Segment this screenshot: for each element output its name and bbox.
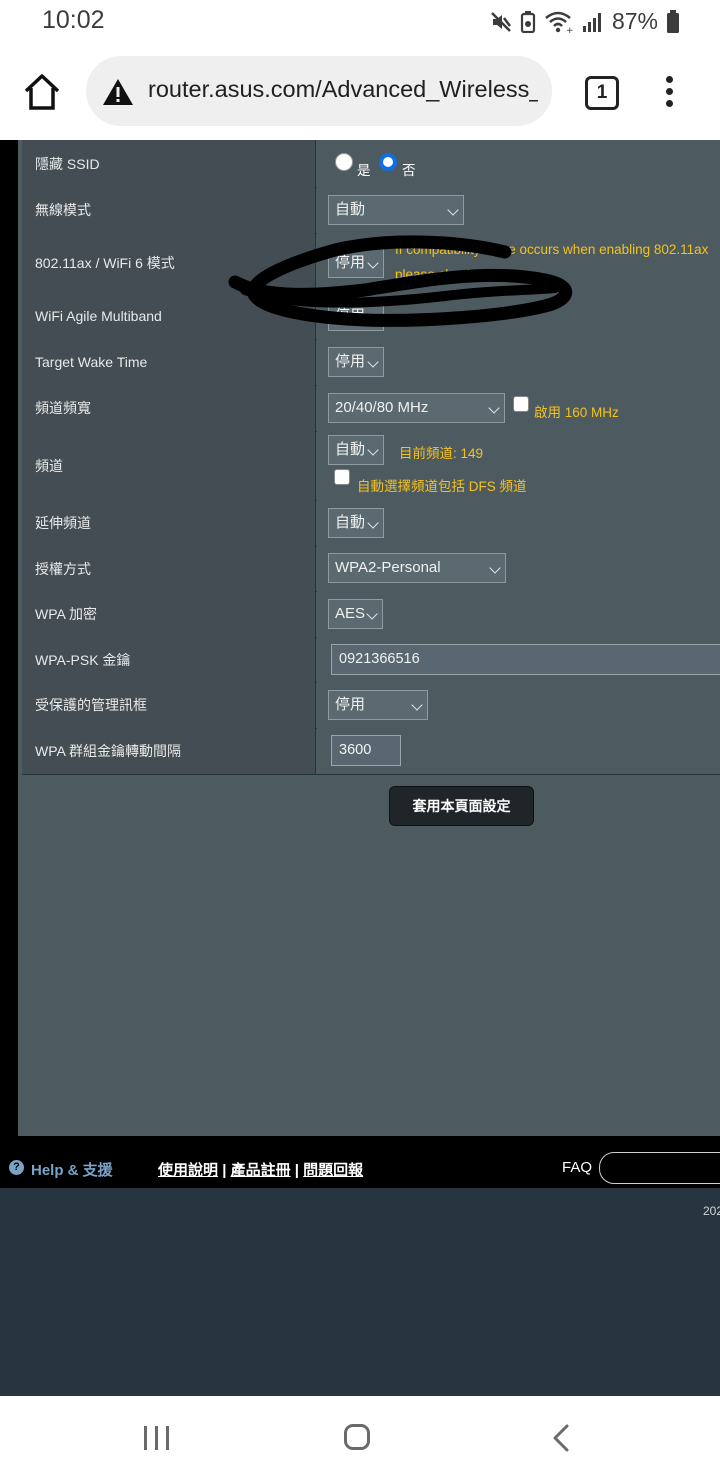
label-wireless-mode: 無線模式 bbox=[22, 187, 316, 233]
svg-text:+: + bbox=[566, 26, 574, 33]
menu-icon[interactable] bbox=[662, 76, 678, 112]
label-channel: 頻道 bbox=[22, 431, 316, 500]
back-icon[interactable] bbox=[550, 1424, 572, 1452]
radio-hide-ssid-yes[interactable] bbox=[335, 153, 353, 171]
router-page: 隱藏 SSID 是 否 無線模式 自動 802.11ax / WiFi 6 模式… bbox=[0, 140, 720, 1396]
label-dfs: 自動選擇頻道包括 DFS 頻道 bbox=[357, 479, 527, 494]
url-text[interactable]: router.asus.com/Advanced_Wireless_Conten… bbox=[148, 76, 538, 103]
signal-icon bbox=[582, 12, 601, 32]
select-target-wake-time[interactable]: 停用 bbox=[328, 347, 384, 377]
select-value: 自動 bbox=[335, 201, 366, 218]
select-value: 自動 bbox=[335, 441, 366, 458]
label-wpa-psk: WPA-PSK 金鑰 bbox=[22, 637, 316, 682]
copyright-text: 2022 ASUSTeK Computer Inc. All rights re… bbox=[703, 1204, 720, 1218]
row-target-wake-time: Target Wake Time 停用 bbox=[22, 339, 720, 386]
warning-icon[interactable] bbox=[102, 78, 134, 106]
select-pmf[interactable]: 停用 bbox=[328, 690, 428, 720]
status-icons: + 87% bbox=[490, 8, 680, 35]
battery-icon bbox=[667, 9, 679, 33]
home-nav-icon[interactable] bbox=[344, 1424, 370, 1450]
input-wpa-psk[interactable]: 0921366516 bbox=[331, 644, 720, 675]
battery-saver-icon bbox=[520, 10, 536, 33]
select-wireless-mode[interactable]: 自動 bbox=[328, 195, 464, 225]
faq-label: FAQ bbox=[562, 1159, 593, 1176]
row-auth-method: 授權方式 WPA2-Personal bbox=[22, 546, 720, 592]
row-pmf: 受保護的管理訊框 停用 bbox=[22, 682, 720, 729]
footer-bar: ? Help & 支援 使用說明 | 產品註冊 | 問題回報 FAQ bbox=[0, 1140, 720, 1190]
system-nav-bar bbox=[0, 1396, 720, 1480]
radio-hide-ssid-no[interactable] bbox=[379, 153, 397, 171]
radio-yes-label: 是 bbox=[357, 163, 371, 178]
select-value: 自動 bbox=[335, 514, 366, 531]
row-wpa-encryption: WPA 加密 AES bbox=[22, 591, 720, 638]
help-icon: ? bbox=[9, 1160, 24, 1175]
select-value: 停用 bbox=[335, 353, 366, 370]
current-channel: 目前頻道: 149 bbox=[399, 446, 484, 461]
status-time: 10:02 bbox=[42, 6, 105, 34]
checkbox-160mhz[interactable] bbox=[513, 396, 529, 412]
select-value: AES bbox=[335, 605, 366, 622]
footer-links: 使用說明 | 產品註冊 | 問題回報 bbox=[158, 1159, 363, 1180]
label-bandwidth: 頻道頻寬 bbox=[22, 385, 316, 431]
feedback-link[interactable]: 問題回報 bbox=[303, 1162, 363, 1179]
label-wpa-encryption: WPA 加密 bbox=[22, 591, 316, 637]
link-separator: | bbox=[294, 1162, 299, 1179]
label-hide-ssid: 隱藏 SSID bbox=[22, 140, 316, 187]
label-pmf: 受保護的管理訊框 bbox=[22, 682, 316, 728]
select-wpa-encryption[interactable]: AES bbox=[328, 599, 383, 629]
link-separator: | bbox=[222, 1162, 227, 1179]
select-auth-method[interactable]: WPA2-Personal bbox=[328, 553, 506, 583]
help-support-label: Help & 支援 bbox=[31, 1162, 113, 1179]
label-extension-channel: 延伸頻道 bbox=[22, 500, 316, 546]
select-value: 20/40/80 MHz bbox=[335, 399, 429, 416]
label-160mhz: 啟用 160 MHz bbox=[534, 405, 619, 420]
label-auth-method: 授權方式 bbox=[22, 546, 316, 591]
radio-no-label: 否 bbox=[402, 163, 416, 178]
row-hide-ssid: 隱藏 SSID 是 否 bbox=[22, 140, 720, 188]
faq-search-input[interactable] bbox=[599, 1152, 720, 1184]
product-registration-link[interactable]: 產品註冊 bbox=[231, 1162, 291, 1179]
select-value: 停用 bbox=[335, 696, 366, 713]
page-bottom-area bbox=[0, 1188, 720, 1396]
input-group-key-interval[interactable]: 3600 bbox=[331, 735, 401, 766]
select-bandwidth[interactable]: 20/40/80 MHz bbox=[328, 393, 505, 423]
browser-toolbar: router.asus.com/Advanced_Wireless_Conten… bbox=[0, 44, 720, 140]
select-value: WPA2-Personal bbox=[335, 559, 441, 576]
label-group-key-interval: WPA 群組金鑰轉動間隔 bbox=[22, 728, 316, 774]
row-wireless-mode: 無線模式 自動 bbox=[22, 187, 720, 234]
status-bar: 10:02 + 87% bbox=[0, 0, 720, 44]
mute-icon bbox=[491, 11, 511, 32]
home-icon[interactable] bbox=[22, 72, 62, 112]
wifi-icon: + bbox=[545, 11, 574, 33]
row-extension-channel: 延伸頻道 自動 bbox=[22, 500, 720, 547]
row-channel: 頻道 自動 目前頻道: 149 自動選擇頻道包括 DFS 頻道 bbox=[22, 431, 720, 501]
tab-switcher-button[interactable]: 1 bbox=[585, 76, 619, 110]
row-bandwidth: 頻道頻寬 20/40/80 MHz 啟用 160 MHz bbox=[22, 385, 720, 432]
recents-icon[interactable] bbox=[144, 1426, 170, 1450]
label-target-wake-time: Target Wake Time bbox=[22, 339, 316, 385]
select-extension-channel[interactable]: 自動 bbox=[328, 508, 384, 538]
battery-percent: 87% bbox=[611, 8, 658, 34]
scribble-annotation bbox=[228, 235, 573, 327]
row-group-key-interval: WPA 群組金鑰轉動間隔 3600 bbox=[22, 728, 720, 775]
row-wpa-psk: WPA-PSK 金鑰 0921366516 bbox=[22, 637, 720, 683]
manual-link[interactable]: 使用說明 bbox=[158, 1162, 218, 1179]
apply-button[interactable]: 套用本頁面設定 bbox=[389, 786, 534, 826]
select-channel[interactable]: 自動 bbox=[328, 435, 384, 465]
checkbox-dfs[interactable] bbox=[334, 469, 350, 485]
